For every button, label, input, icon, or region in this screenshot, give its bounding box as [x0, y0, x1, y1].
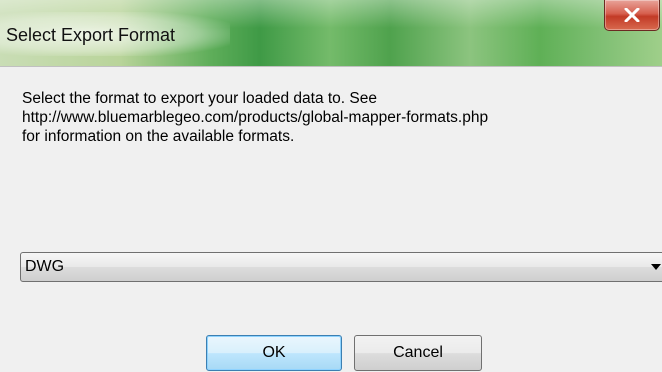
formats-url: http://www.bluemarblegeo.com/products/gl…	[22, 109, 489, 126]
description-line: Select the format to export your loaded …	[22, 90, 377, 107]
description-text: Select the format to export your loaded …	[22, 89, 652, 146]
ok-button[interactable]: OK	[206, 335, 342, 371]
export-format-dialog: Select Export Format Select the format t…	[0, 0, 662, 372]
close-icon	[624, 8, 640, 22]
title-bar[interactable]: Select Export Format	[0, 0, 662, 66]
title-divider	[0, 66, 662, 67]
selected-format: DWG	[25, 258, 65, 275]
window-title: Select Export Format	[6, 25, 176, 45]
description-line: for information on the available formats…	[22, 128, 295, 145]
cancel-button[interactable]: Cancel	[354, 335, 482, 371]
format-dropdown[interactable]: DWG	[20, 252, 662, 282]
close-button[interactable]	[604, 0, 660, 31]
chevron-down-icon[interactable]	[651, 264, 661, 270]
